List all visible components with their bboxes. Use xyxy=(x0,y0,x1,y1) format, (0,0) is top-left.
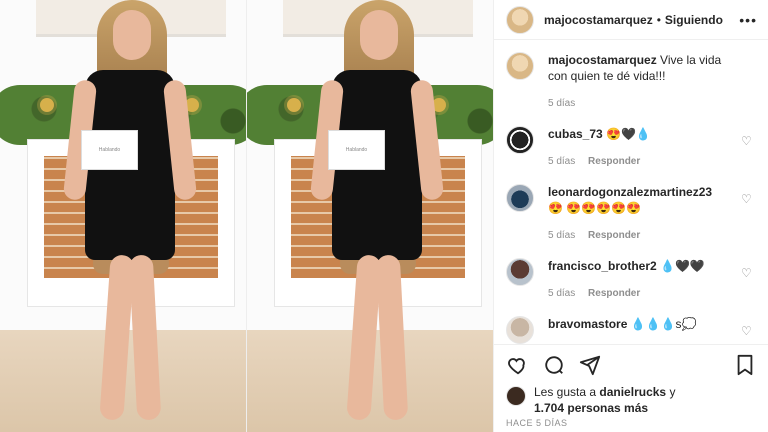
likes-user[interactable]: danielrucks xyxy=(599,385,666,399)
bookmark-icon[interactable] xyxy=(733,353,757,377)
photo-panel-left: Hablando xyxy=(0,0,246,432)
like-comment-icon[interactable]: ♡ xyxy=(741,134,752,148)
comment-username[interactable]: bravomastore xyxy=(548,317,627,331)
comment-icon[interactable] xyxy=(542,353,566,377)
photo-panel-right: Hablando xyxy=(247,0,493,432)
script-card: Hablando xyxy=(328,130,385,170)
avatar[interactable] xyxy=(506,52,534,80)
avatar[interactable] xyxy=(506,5,534,34)
comment-text: 💧💧💧s💭 xyxy=(630,317,697,331)
likes-prefix: Les gusta a xyxy=(534,385,597,399)
comment-text: 😍 😍😍😍😍😍 xyxy=(548,201,641,215)
script-card: Hablando xyxy=(81,130,138,170)
ornament xyxy=(287,98,301,112)
comment-body: francisco_brother2 💧🖤🖤 5 días Responder xyxy=(548,258,728,302)
caption-username[interactable]: majocostamarquez xyxy=(548,53,657,67)
avatar[interactable] xyxy=(506,316,534,344)
post-username[interactable]: majocostamarquez xyxy=(544,13,653,27)
comment-username[interactable]: francisco_brother2 xyxy=(548,259,657,273)
leg xyxy=(128,254,162,421)
comment-meta: 5 días Responder xyxy=(548,228,728,244)
comment-meta: 5 días Responder xyxy=(548,154,728,170)
separator-dot: • xyxy=(656,12,661,27)
like-comment-icon[interactable]: ♡ xyxy=(741,324,752,338)
likes-text: Les gusta a danielrucks y 1.704 personas… xyxy=(534,384,675,416)
like-icon[interactable] xyxy=(506,353,530,377)
post-date[interactable]: HACE 5 DÍAS xyxy=(506,418,568,428)
avatar[interactable] xyxy=(506,386,526,406)
comment-time[interactable]: 5 días xyxy=(548,288,575,299)
comment-row: francisco_brother2 💧🖤🖤 5 días Responder … xyxy=(506,258,757,302)
following-button[interactable]: Siguiendo xyxy=(665,13,723,27)
presenter-figure: Hablando xyxy=(62,0,198,432)
like-comment-icon[interactable]: ♡ xyxy=(741,266,752,280)
comment-row: bravomastore 💧💧💧s💭 ♡ xyxy=(506,316,757,344)
comment-time[interactable]: 5 días xyxy=(548,156,575,167)
caption-body: majocostamarquez Vive la vida con quien … xyxy=(548,52,728,112)
avatar[interactable] xyxy=(506,258,534,286)
face xyxy=(113,10,151,60)
more-options-icon[interactable]: ••• xyxy=(739,12,757,28)
comment-row: leonardogonzalezmartinez23 😍 😍😍😍😍😍 5 día… xyxy=(506,184,757,244)
like-comment-icon[interactable]: ♡ xyxy=(741,192,752,206)
comment-meta: 5 días Responder xyxy=(548,286,728,302)
comment-row: cubas_73 😍🖤💧 5 días Responder ♡ xyxy=(506,126,757,170)
avatar[interactable] xyxy=(506,184,534,212)
post-photo[interactable]: Hablando Hablando xyxy=(0,0,493,432)
presenter-figure: Hablando xyxy=(309,0,445,432)
face xyxy=(360,10,398,60)
comment-body: bravomastore 💧💧💧s💭 xyxy=(548,316,728,332)
share-icon[interactable] xyxy=(578,353,602,377)
post-actions xyxy=(494,344,768,384)
reply-button[interactable]: Responder xyxy=(588,230,640,241)
comment-username[interactable]: cubas_73 xyxy=(548,127,603,141)
avatar[interactable] xyxy=(506,126,534,154)
comment-body: cubas_73 😍🖤💧 5 días Responder xyxy=(548,126,728,170)
post-header: majocostamarquez • Siguiendo ••• xyxy=(494,0,768,40)
comment-time[interactable]: 5 días xyxy=(548,230,575,241)
likes-summary: Les gusta a danielrucks y 1.704 personas… xyxy=(506,384,756,416)
comment-body: leonardogonzalezmartinez23 😍 😍😍😍😍😍 5 día… xyxy=(548,184,728,244)
ornament xyxy=(40,98,54,112)
likes-suffix: y xyxy=(669,385,676,399)
comments-list[interactable]: majocostamarquez Vive la vida con quien … xyxy=(494,40,768,344)
likes-count[interactable]: 1.704 personas más xyxy=(534,401,648,415)
reply-button[interactable]: Responder xyxy=(588,156,640,167)
comment-username[interactable]: leonardogonzalezmartinez23 xyxy=(548,185,712,199)
caption-meta: 5 días xyxy=(548,96,728,112)
comment-text: 💧🖤🖤 xyxy=(660,259,705,273)
comment-text: 😍🖤💧 xyxy=(606,127,651,141)
leg xyxy=(375,254,409,421)
caption-row: majocostamarquez Vive la vida con quien … xyxy=(506,52,757,112)
reply-button[interactable]: Responder xyxy=(588,288,640,299)
caption-time[interactable]: 5 días xyxy=(548,98,575,109)
post-sidebar: majocostamarquez • Siguiendo ••• majocos… xyxy=(493,0,768,432)
